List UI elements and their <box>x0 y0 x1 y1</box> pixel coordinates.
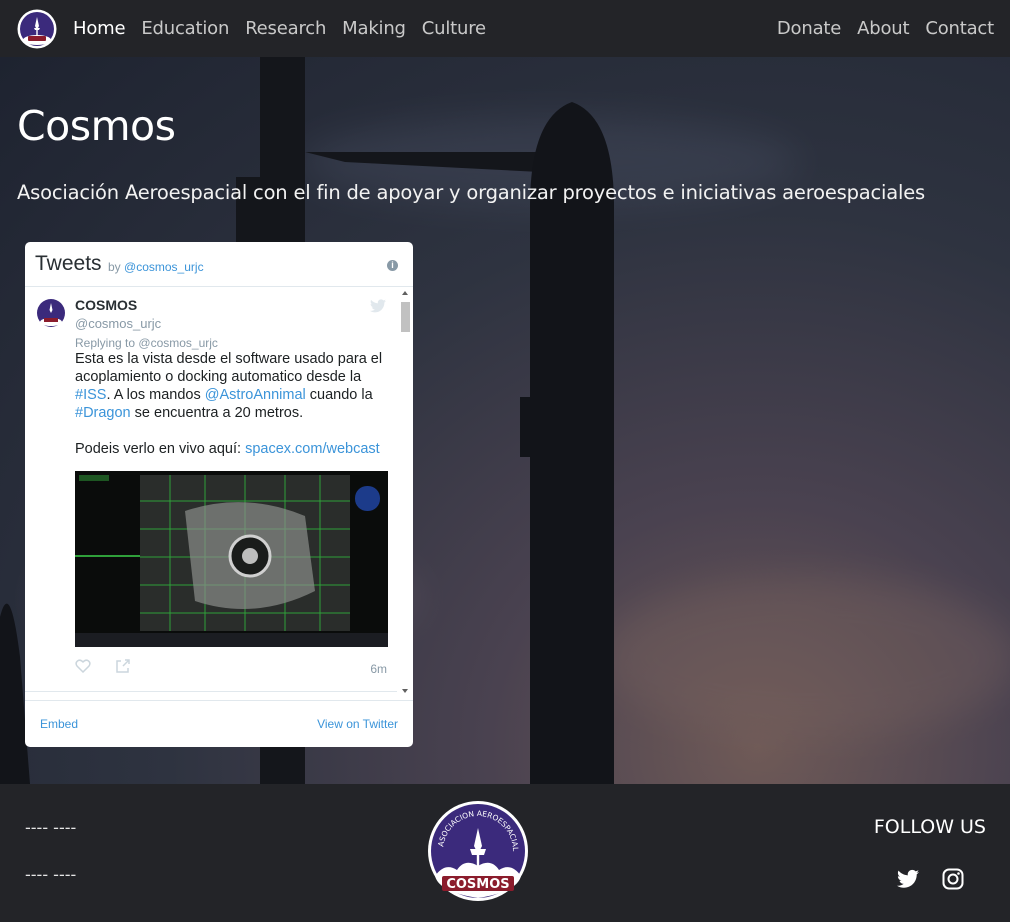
docking-screen-graphic <box>75 471 388 647</box>
share-icon[interactable] <box>115 658 131 674</box>
replying-to: Replying to @cosmos_urjc <box>75 336 218 350</box>
replying-prefix: Replying to <box>75 336 136 350</box>
nav-about[interactable]: About <box>857 18 909 39</box>
nav-home[interactable]: Home <box>73 18 126 39</box>
scroll-up-icon[interactable] <box>402 291 408 295</box>
nav-education[interactable]: Education <box>141 18 229 39</box>
tweet-text-part: cuando la <box>309 387 373 403</box>
tweet-divider <box>25 691 397 692</box>
hashtag-dragon-link[interactable]: #Dragon <box>75 405 131 421</box>
widget-by-handle[interactable]: @cosmos_urjc <box>124 260 204 274</box>
scroll-down-icon[interactable] <box>402 689 408 693</box>
nav-making[interactable]: Making <box>342 18 406 39</box>
nav-culture[interactable]: Culture <box>422 18 486 39</box>
nav-contact[interactable]: Contact <box>925 18 994 39</box>
nav-research[interactable]: Research <box>245 18 326 39</box>
navbar: Home Education Research Making Culture D… <box>0 0 1010 57</box>
replying-handle[interactable]: @cosmos_urjc <box>138 336 218 350</box>
widget-footer: Embed View on Twitter <box>25 700 413 747</box>
follow-us-heading: FOLLOW US <box>873 816 986 838</box>
tweet-text-part: se encuentra a 20 metros. <box>134 405 304 421</box>
footer-line-2: ---- ---- <box>25 865 77 884</box>
hashtag-iss-link[interactable]: #ISS <box>75 387 106 403</box>
nav-donate[interactable]: Donate <box>777 18 841 39</box>
instagram-icon[interactable] <box>942 868 964 890</box>
tweet-text-part: Esta es la vista desde el software usado… <box>75 351 383 385</box>
tweet-text-part: Podeis verlo en vivo aquí: <box>75 441 242 457</box>
widget-by-prefix: by <box>108 260 121 274</box>
page-title: Cosmos <box>17 102 176 150</box>
widget-title: Tweets <box>35 252 102 275</box>
twitter-icon[interactable] <box>897 868 919 890</box>
mention-link[interactable]: @AstroAnnimal <box>205 387 306 403</box>
twitter-timeline-widget: Tweets by @cosmos_urjc i COSMOS @cosmos_… <box>25 242 413 747</box>
cosmos-footer-logo: ASOCIACION AEROESPACIAL COSMOS <box>428 801 528 901</box>
twitter-bird-icon[interactable] <box>370 299 386 313</box>
scrollbar-thumb[interactable] <box>401 302 410 332</box>
info-icon[interactable]: i <box>387 260 398 271</box>
widget-by: by @cosmos_urjc <box>108 260 204 274</box>
widget-header: Tweets by @cosmos_urjc i <box>25 242 413 287</box>
timeline-body: COSMOS @cosmos_urjc Replying to @cosmos_… <box>25 287 397 697</box>
heart-icon[interactable] <box>75 659 91 673</box>
tweet-timestamp[interactable]: 6m <box>370 662 387 676</box>
tweet-author-name[interactable]: COSMOS <box>75 297 137 313</box>
nav-secondary: Donate About Contact <box>761 0 994 57</box>
embed-link[interactable]: Embed <box>40 717 78 731</box>
site-footer: ---- ---- ---- ---- ASOCIACION AEROESPAC… <box>0 784 1010 922</box>
tweet-text-part: . A los mandos <box>106 387 201 403</box>
tweet-text: Esta es la vista desde el software usado… <box>75 350 385 458</box>
cosmos-logo[interactable] <box>17 9 57 49</box>
logo-text: COSMOS <box>446 877 509 892</box>
nav-primary: Home Education Research Making Culture <box>73 0 502 57</box>
tweet-media-image[interactable] <box>75 471 388 647</box>
timeline-scrollbar[interactable] <box>399 287 411 697</box>
webcast-link[interactable]: spacex.com/webcast <box>245 441 380 457</box>
tweet-author-handle[interactable]: @cosmos_urjc <box>75 316 161 331</box>
tweet-actions <box>75 657 388 677</box>
view-on-twitter-link[interactable]: View on Twitter <box>317 717 398 731</box>
page-subtitle: Asociación Aeroespacial con el fin de ap… <box>17 181 925 204</box>
footer-line-1: ---- ---- <box>25 818 77 837</box>
avatar[interactable] <box>35 297 67 329</box>
